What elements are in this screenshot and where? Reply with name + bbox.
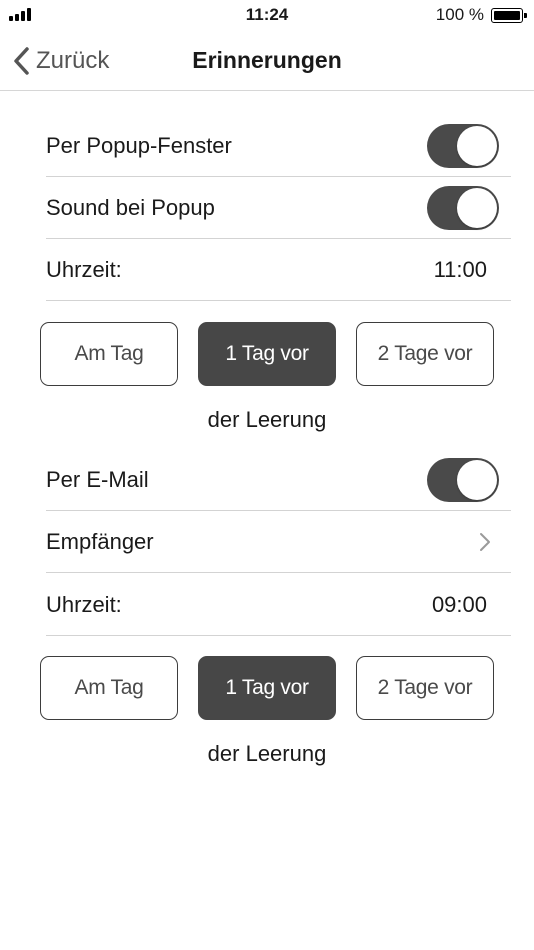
status-bar: 11:24 100 % xyxy=(0,0,534,30)
email-option-2-days-before-button[interactable]: 2 Tage vor xyxy=(356,656,494,720)
recipient-row[interactable]: Empfänger xyxy=(46,511,511,573)
toggle-knob xyxy=(457,459,497,500)
email-label: Per E-Mail xyxy=(46,466,149,492)
popup-time-label: Uhrzeit: xyxy=(46,256,122,282)
popup-option-same-day-button[interactable]: Am Tag xyxy=(40,322,178,386)
popup-window-label: Per Popup-Fenster xyxy=(46,132,232,158)
popup-window-row: Per Popup-Fenster xyxy=(46,115,511,177)
popup-window-toggle[interactable] xyxy=(427,123,499,168)
toggle-knob xyxy=(457,125,497,166)
popup-sound-toggle[interactable] xyxy=(427,185,499,230)
email-time-row[interactable]: Uhrzeit: 09:00 xyxy=(46,574,511,636)
email-time-label: Uhrzeit: xyxy=(46,591,122,617)
popup-time-value[interactable]: 11:00 xyxy=(434,257,487,283)
popup-sound-label: Sound bei Popup xyxy=(46,194,215,220)
page-title: Erinnerungen xyxy=(192,47,342,73)
popup-option-1-day-before-button[interactable]: 1 Tag vor xyxy=(198,322,336,386)
reminders-screen: 11:24 100 % Zurück Erinnerungen Per Popu… xyxy=(0,0,534,950)
email-time-value[interactable]: 09:00 xyxy=(432,592,487,618)
email-toggle[interactable] xyxy=(427,457,499,502)
toggle-knob xyxy=(457,187,497,228)
battery-icon xyxy=(491,8,527,23)
battery-level-fill xyxy=(494,11,520,20)
chevron-right-icon xyxy=(480,532,490,551)
recipient-label: Empfänger xyxy=(46,528,154,554)
email-option-1-day-before-button[interactable]: 1 Tag vor xyxy=(198,656,336,720)
popup-options-caption: der Leerung xyxy=(207,407,327,432)
email-option-same-day-button[interactable]: Am Tag xyxy=(40,656,178,720)
navigation-bar: Zurück Erinnerungen xyxy=(0,30,534,91)
popup-time-row[interactable]: Uhrzeit: 11:00 xyxy=(46,239,511,301)
battery-percentage: 100 % xyxy=(435,5,484,24)
popup-sound-row: Sound bei Popup xyxy=(46,177,511,239)
email-row: Per E-Mail xyxy=(46,449,511,511)
popup-option-2-days-before-button[interactable]: 2 Tage vor xyxy=(356,322,494,386)
email-options-caption: der Leerung xyxy=(207,741,327,766)
